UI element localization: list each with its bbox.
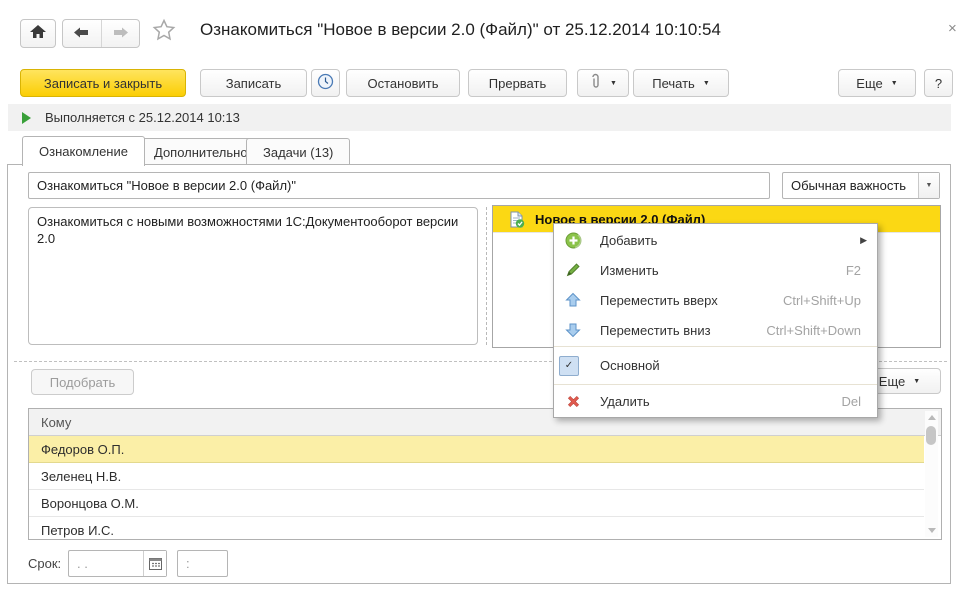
menu-item-move-up[interactable]: Переместить вверх Ctrl+Shift+Up bbox=[554, 285, 877, 315]
help-label: ? bbox=[935, 76, 942, 91]
menu-shortcut: Del bbox=[841, 394, 861, 409]
menu-item-primary[interactable]: ✓ Основной bbox=[554, 348, 877, 383]
menu-item-delete[interactable]: Удалить Del bbox=[554, 386, 877, 416]
paperclip-icon bbox=[589, 73, 602, 93]
checkbox-checked-icon: ✓ bbox=[559, 356, 579, 376]
menu-shortcut: Ctrl+Shift+Up bbox=[783, 293, 861, 308]
more-label: Еще bbox=[856, 76, 882, 91]
more-label: Еще bbox=[879, 374, 905, 389]
menu-item-label: Переместить вниз bbox=[600, 323, 711, 338]
stop-label: Остановить bbox=[368, 76, 439, 91]
delete-x-icon bbox=[563, 394, 583, 409]
calendar-icon[interactable] bbox=[143, 551, 166, 576]
chevron-down-icon: ▼ bbox=[610, 80, 617, 87]
print-button[interactable]: Печать ▼ bbox=[633, 69, 729, 97]
execution-status-bar: Выполняется с 25.12.2014 10:13 bbox=[8, 104, 951, 131]
importance-value: Обычная важность bbox=[783, 178, 918, 193]
recipient-name: Петров И.С. bbox=[41, 523, 114, 538]
edit-pencil-icon bbox=[563, 262, 583, 278]
recipient-name: Федоров О.П. bbox=[41, 442, 124, 457]
importance-select[interactable]: Обычная важность ▼ bbox=[782, 172, 940, 199]
pick-recipients-button[interactable]: Подобрать bbox=[31, 369, 134, 395]
menu-item-label: Добавить bbox=[600, 233, 657, 248]
back-button[interactable] bbox=[63, 20, 102, 47]
tab-label: Задачи (13) bbox=[263, 145, 333, 160]
help-button[interactable]: ? bbox=[924, 69, 953, 97]
arrow-up-icon bbox=[563, 292, 583, 308]
interrupt-label: Прервать bbox=[489, 76, 546, 91]
menu-item-label: Удалить bbox=[600, 394, 650, 409]
menu-shortcut: Ctrl+Shift+Down bbox=[766, 323, 861, 338]
deadline-time-input[interactable]: : bbox=[177, 550, 228, 577]
app-window: Ознакомиться "Новое в версии 2.0 (Файл)"… bbox=[0, 0, 977, 601]
menu-item-label: Изменить bbox=[600, 263, 659, 278]
attachment-button[interactable]: ▼ bbox=[577, 69, 629, 97]
pick-label: Подобрать bbox=[50, 375, 115, 390]
time-placeholder: : bbox=[186, 556, 190, 571]
page-title: Ознакомиться "Новое в версии 2.0 (Файл)"… bbox=[200, 20, 721, 40]
nav-button-group bbox=[62, 19, 140, 48]
execution-status-text: Выполняется с 25.12.2014 10:13 bbox=[45, 110, 240, 125]
play-icon bbox=[22, 112, 31, 124]
chevron-down-icon: ▼ bbox=[891, 80, 898, 87]
add-plus-icon bbox=[563, 232, 583, 249]
save-and-close-button[interactable]: Записать и закрыть bbox=[20, 69, 186, 97]
chevron-down-icon: ▼ bbox=[913, 378, 920, 385]
save-and-close-label: Записать и закрыть bbox=[44, 76, 162, 91]
menu-separator bbox=[554, 384, 877, 385]
tab-zadachi[interactable]: Задачи (13) bbox=[246, 138, 350, 165]
deadline-label: Срок: bbox=[28, 556, 61, 571]
stop-button[interactable]: Остановить bbox=[346, 69, 460, 97]
description-textarea[interactable]: Ознакомиться с новыми возможностями 1С:Д… bbox=[28, 207, 478, 345]
menu-item-edit[interactable]: Изменить F2 bbox=[554, 255, 877, 285]
home-icon bbox=[30, 25, 46, 42]
description-text: Ознакомиться с новыми возможностями 1С:Д… bbox=[37, 214, 458, 246]
table-row[interactable]: Федоров О.П. bbox=[29, 436, 924, 463]
deadline-date-input[interactable]: . . bbox=[68, 550, 167, 577]
context-menu: Добавить ▶ Изменить F2 Переместить вверх… bbox=[553, 223, 878, 418]
tab-label: Ознакомление bbox=[39, 144, 128, 159]
chevron-down-icon: ▼ bbox=[703, 80, 710, 87]
timer-button[interactable] bbox=[311, 69, 340, 97]
home-button[interactable] bbox=[20, 19, 56, 48]
close-icon[interactable]: × bbox=[948, 20, 957, 37]
scroll-up-icon[interactable] bbox=[928, 415, 936, 420]
chevron-down-icon[interactable]: ▼ bbox=[918, 173, 939, 198]
back-icon bbox=[74, 26, 89, 41]
column-header-label: Кому bbox=[41, 415, 71, 430]
tab-oznakomlenie[interactable]: Ознакомление bbox=[22, 136, 145, 166]
print-label: Печать bbox=[652, 76, 695, 91]
favorite-star-icon[interactable] bbox=[152, 18, 176, 45]
recipient-name: Воронцова О.М. bbox=[41, 496, 139, 511]
task-title-input[interactable]: Ознакомиться "Новое в версии 2.0 (Файл)" bbox=[28, 172, 770, 199]
task-title-value: Ознакомиться "Новое в версии 2.0 (Файл)" bbox=[37, 178, 296, 193]
menu-item-label: Переместить вверх bbox=[600, 293, 718, 308]
forward-button[interactable] bbox=[102, 20, 140, 47]
menu-item-add[interactable]: Добавить ▶ bbox=[554, 225, 877, 255]
tab-label: Дополнительно bbox=[154, 145, 248, 160]
save-label: Записать bbox=[226, 76, 282, 91]
table-scrollbar[interactable] bbox=[925, 411, 938, 537]
file-document-icon bbox=[508, 211, 525, 228]
table-row[interactable]: Воронцова О.М. bbox=[29, 490, 924, 517]
clock-icon bbox=[317, 73, 334, 93]
menu-item-label: Основной bbox=[600, 358, 660, 373]
date-placeholder: . . bbox=[69, 556, 143, 571]
menu-shortcut: F2 bbox=[846, 263, 861, 278]
forward-icon bbox=[113, 26, 128, 41]
more-button[interactable]: Еще ▼ bbox=[838, 69, 916, 97]
table-row[interactable]: Петров И.С. bbox=[29, 517, 924, 540]
save-button[interactable]: Записать bbox=[200, 69, 307, 97]
scrollbar-thumb[interactable] bbox=[926, 426, 936, 445]
panel-splitter[interactable] bbox=[486, 207, 487, 345]
arrow-down-icon bbox=[563, 322, 583, 338]
menu-separator bbox=[554, 346, 877, 347]
table-row[interactable]: Зеленец Н.В. bbox=[29, 463, 924, 490]
recipients-table: Кому Федоров О.П. Зеленец Н.В. Воронцова… bbox=[28, 408, 942, 540]
scroll-down-icon[interactable] bbox=[928, 528, 936, 533]
menu-item-move-down[interactable]: Переместить вниз Ctrl+Shift+Down bbox=[554, 315, 877, 345]
interrupt-button[interactable]: Прервать bbox=[468, 69, 567, 97]
recipient-name: Зеленец Н.В. bbox=[41, 469, 121, 484]
submenu-arrow-icon: ▶ bbox=[860, 235, 867, 246]
